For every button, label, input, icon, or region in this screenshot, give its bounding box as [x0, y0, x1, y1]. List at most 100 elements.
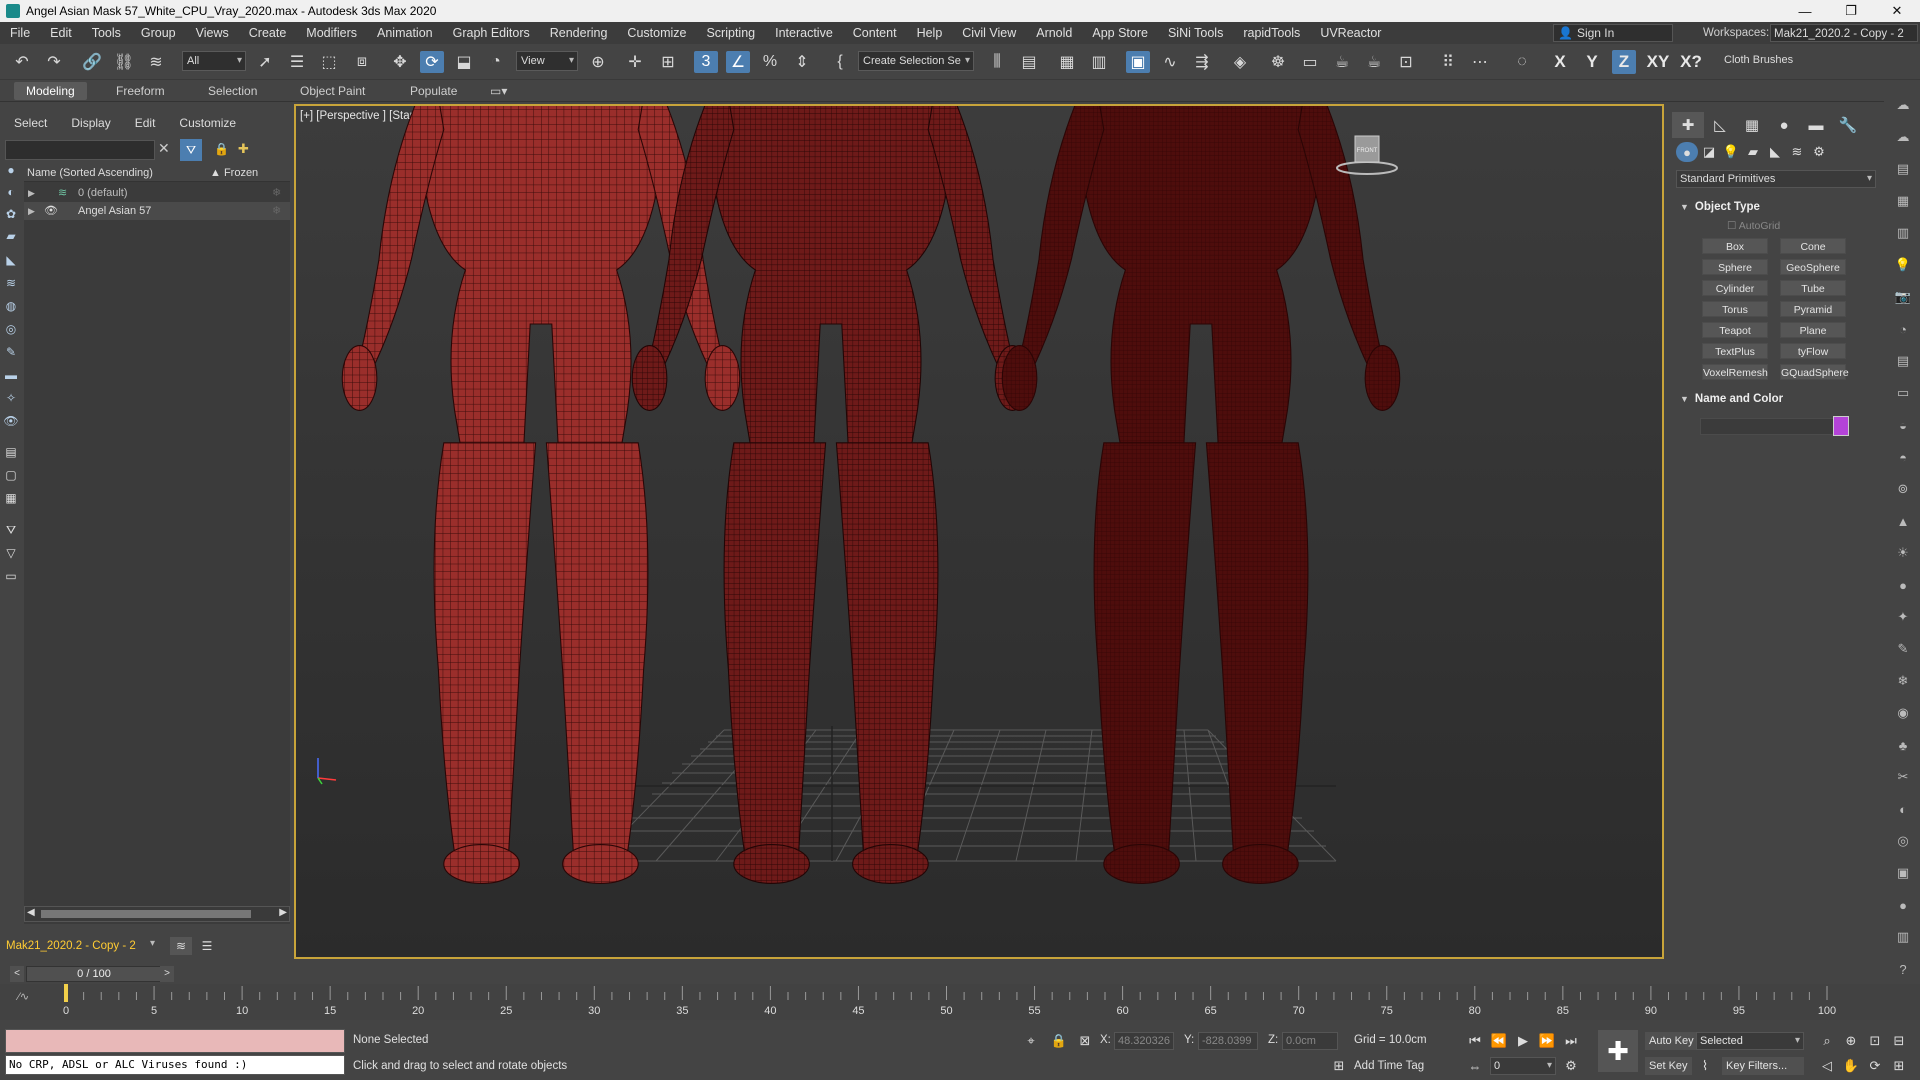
horizontal-scrollbar[interactable]: ◀ ▶	[24, 906, 290, 922]
filter-icon[interactable]: ▽	[3, 545, 19, 561]
display-lights-icon[interactable]: ▰	[3, 228, 19, 244]
tab-selection[interactable]: Selection	[196, 82, 269, 100]
hair-icon[interactable]: ✦	[1894, 608, 1912, 626]
circle-selection-icon[interactable]: ◌	[1510, 51, 1534, 73]
helpers-icon[interactable]: ◣	[1764, 142, 1786, 162]
menu-interactive[interactable]: Interactive	[765, 22, 843, 44]
window-crossing-icon[interactable]: ⧈	[350, 51, 374, 73]
cup-icon[interactable]: ▥	[1894, 928, 1912, 946]
display-spacewarps-icon[interactable]: ◍	[3, 298, 19, 314]
sun-icon[interactable]: ☀	[1894, 544, 1912, 562]
angle-snap-icon[interactable]: ∠	[726, 51, 750, 73]
selector-arrow-icon[interactable]: ▾	[150, 938, 155, 949]
menu-customize[interactable]: Customize	[617, 22, 696, 44]
display-geometry-icon[interactable]: ◐	[3, 184, 19, 200]
perspective-viewport[interactable]: [+] [Perspective ] [Standard ] [Clay + E…	[294, 104, 1664, 959]
menu-civil-view[interactable]: Civil View	[952, 22, 1026, 44]
material-editor-icon[interactable]: ◈	[1228, 51, 1252, 73]
link-icon[interactable]: 🔗	[80, 51, 104, 73]
zoom-extents-icon[interactable]: ⊡	[1866, 1032, 1884, 1050]
layer-explorer-icon[interactable]: ▥	[1087, 51, 1111, 73]
menu-rendering[interactable]: Rendering	[540, 22, 618, 44]
next-frame-icon[interactable]: ⏩	[1538, 1032, 1556, 1050]
curve-editor-icon[interactable]: ∿	[1158, 51, 1182, 73]
add-time-tag[interactable]: Add Time Tag	[1354, 1060, 1424, 1072]
set-keys-icon[interactable]: ✚	[1598, 1030, 1638, 1072]
selection-filter-dropdown[interactable]: All	[182, 51, 246, 71]
display-cameras-icon[interactable]: ◣	[3, 252, 19, 268]
paint-icon[interactable]: ✎	[1894, 640, 1912, 658]
helper-icon[interactable]: ◔	[1894, 320, 1912, 338]
axis-xy-button[interactable]: XY	[1643, 50, 1673, 74]
teapot-button[interactable]: Teapot	[1702, 322, 1768, 338]
menu-views[interactable]: Views	[186, 22, 239, 44]
menu-graph-editors[interactable]: Graph Editors	[443, 22, 540, 44]
menu-animation[interactable]: Animation	[367, 22, 443, 44]
time-slider[interactable]: < 0 / 100 >	[10, 965, 1890, 983]
tab-modeling[interactable]: Modeling	[14, 82, 87, 100]
unlink-icon[interactable]: ⛓	[112, 51, 136, 73]
cylinder-button[interactable]: Cylinder	[1702, 280, 1768, 296]
name-color-rollout[interactable]: ▼ Name and Color	[1676, 390, 1876, 408]
ribbon-toggle-icon[interactable]: ▣	[1126, 51, 1150, 73]
redo-icon[interactable]: ↷	[42, 51, 66, 73]
leaf-icon[interactable]: ♣	[1894, 736, 1912, 754]
display-tab-icon[interactable]: ▬	[1800, 112, 1832, 138]
y-coordinate-field[interactable]: -828.0399	[1198, 1032, 1258, 1050]
auto-key-button[interactable]: Auto Key	[1645, 1032, 1698, 1050]
scroll-left-icon[interactable]: ◀	[27, 907, 35, 918]
zoom-icon[interactable]: ⌕	[1818, 1032, 1836, 1050]
current-frame-field[interactable]: 0	[1490, 1057, 1556, 1075]
scene-search-input[interactable]	[5, 140, 155, 160]
box-button[interactable]: Box	[1702, 238, 1768, 254]
tab-freeform[interactable]: Freeform	[104, 82, 177, 100]
bind-space-warp-icon[interactable]: ≋	[144, 51, 168, 73]
se-menu-display[interactable]: Display	[57, 116, 120, 130]
sphere-icon[interactable]: ◒	[1894, 416, 1912, 434]
go-to-start-icon[interactable]: ⏮	[1466, 1032, 1484, 1050]
edit-named-selection-icon[interactable]: {	[828, 51, 852, 73]
grid-icon[interactable]: ▥	[1894, 224, 1912, 242]
key-filters-button[interactable]: Key Filters...	[1722, 1057, 1804, 1075]
hierarchy-tab-icon[interactable]: ▦	[1736, 112, 1768, 138]
help-icon[interactable]: ?	[1894, 960, 1912, 978]
display-frozen-icon[interactable]: 👁	[3, 413, 19, 429]
sky-icon[interactable]: ▤	[1894, 160, 1912, 178]
rectangular-selection-icon[interactable]: ⬚	[317, 51, 341, 73]
scale-icon[interactable]: ⬓	[452, 51, 476, 73]
gquadsphere-button[interactable]: GQuadSphere	[1780, 364, 1849, 380]
z-coordinate-field[interactable]: 0.0cm	[1282, 1032, 1338, 1050]
maximize-viewport-icon[interactable]: ⊞	[1890, 1057, 1908, 1075]
modify-tab-icon[interactable]: ◺	[1704, 112, 1736, 138]
time-tag-icon[interactable]: ⊞	[1330, 1057, 1348, 1075]
lights-icon[interactable]: 💡	[1720, 142, 1742, 162]
time-config-icon[interactable]: ⚙	[1562, 1057, 1580, 1075]
play-icon[interactable]: ▶	[1514, 1032, 1532, 1050]
column-frozen-header[interactable]: ▲ Frozen	[210, 164, 258, 182]
utilities-tab-icon[interactable]: 🔧	[1832, 112, 1864, 138]
scroll-right-icon[interactable]: ▶	[279, 907, 287, 918]
cloud-icon[interactable]: ☁	[1894, 128, 1912, 146]
selected-dropdown[interactable]: Selected	[1696, 1032, 1804, 1050]
axis-y-button[interactable]: Y	[1580, 50, 1604, 74]
menu-rapidtools[interactable]: rapidTools	[1233, 22, 1310, 44]
schematic-view-icon[interactable]: ⇶	[1190, 51, 1214, 73]
align-icon[interactable]: ▤	[1017, 51, 1041, 73]
transform-gizmo-icon[interactable]: ✛	[623, 51, 647, 73]
scene-explorer-toggle-icon[interactable]: ▦	[1055, 51, 1079, 73]
snaps-toggle-icon[interactable]: 3	[694, 51, 718, 73]
absolute-mode-icon[interactable]: ⊠	[1076, 1032, 1094, 1050]
menu-edit[interactable]: Edit	[40, 22, 82, 44]
menu-app-store[interactable]: App Store	[1082, 22, 1158, 44]
create-tab-icon[interactable]: ✚	[1672, 112, 1704, 138]
eye-icon[interactable]: 👁	[44, 202, 58, 220]
render-production-icon[interactable]: ☕	[1330, 51, 1354, 73]
placement-icon[interactable]: ◔	[484, 51, 508, 73]
maximize-button[interactable]: ❐	[1828, 0, 1874, 22]
cylinder-icon[interactable]: ◓	[1894, 448, 1912, 466]
x-coordinate-field[interactable]: 48.320326	[1114, 1032, 1174, 1050]
sign-in-dropdown[interactable]: 👤 Sign In	[1553, 24, 1673, 42]
motion-tab-icon[interactable]: ●	[1768, 112, 1800, 138]
se-menu-edit[interactable]: Edit	[121, 116, 166, 130]
cube-icon[interactable]: ▣	[1894, 864, 1912, 882]
